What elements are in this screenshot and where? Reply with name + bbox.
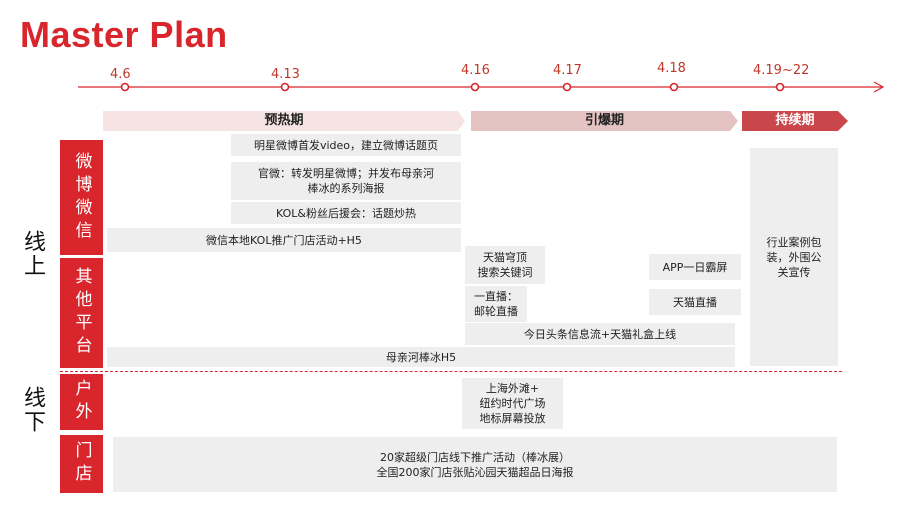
online-offline-divider bbox=[60, 371, 842, 372]
activity-box: APP一日霸屏 bbox=[649, 254, 741, 280]
channel-outdoor: 户外 bbox=[60, 374, 103, 430]
activity-box: 行业案例包 装，外围公 关宣传 bbox=[750, 148, 838, 366]
date-label: 4.19~22 bbox=[753, 63, 810, 78]
channel-weibo: 微博 bbox=[71, 151, 92, 198]
activity-box: 今日头条信息流+天猫礼盒上线 bbox=[465, 323, 735, 345]
group-offline: 线下 bbox=[20, 386, 45, 434]
channel-weibo-weixin: 微博 微信 bbox=[60, 140, 103, 255]
timeline-marker bbox=[562, 82, 572, 92]
date-label: 4.16 bbox=[461, 63, 490, 78]
channel-store: 门店 bbox=[60, 435, 103, 493]
timeline-marker bbox=[470, 82, 480, 92]
activity-box: 上海外滩+ 纽约时代广场 地标屏幕投放 bbox=[462, 378, 563, 429]
activity-box: KOL&粉丝后援会：话题炒热 bbox=[231, 202, 461, 224]
date-label: 4.6 bbox=[110, 67, 131, 82]
activity-box: 20家超级门店线下推广活动（棒冰展） 全国200家门店张贴沁园天猫超品日海报 bbox=[113, 437, 837, 492]
activity-box: 明星微博首发video，建立微博话题页 bbox=[231, 134, 461, 156]
activity-box: 微信本地KOL推广门店活动+H5 bbox=[107, 228, 461, 252]
date-label: 4.18 bbox=[657, 61, 686, 76]
activity-box: 天猫直播 bbox=[649, 289, 741, 315]
timeline-marker bbox=[669, 82, 679, 92]
timeline-arrow-icon bbox=[873, 81, 885, 93]
channel-weixin: 微信 bbox=[71, 197, 92, 244]
timeline-marker bbox=[120, 82, 130, 92]
activity-box: 官微：转发明星微博；并发布母亲河 棒冰的系列海报 bbox=[231, 162, 461, 200]
activity-box: 一直播： 邮轮直播 bbox=[465, 286, 527, 322]
phase-warmup: 预热期 bbox=[264, 113, 304, 128]
phase-launch: 引爆期 bbox=[584, 113, 624, 128]
timeline-marker bbox=[280, 82, 290, 92]
timeline-marker bbox=[775, 82, 785, 92]
activity-box: 母亲河棒冰H5 bbox=[107, 347, 735, 367]
phase-sustain: 持续期 bbox=[775, 113, 815, 128]
channel-other: 其他平台 bbox=[60, 258, 103, 368]
page-title: Master Plan bbox=[20, 14, 228, 55]
activity-box: 天猫穹顶 搜索关键词 bbox=[465, 246, 545, 284]
group-online: 线上 bbox=[20, 230, 45, 278]
date-label: 4.17 bbox=[553, 63, 582, 78]
date-label: 4.13 bbox=[271, 67, 300, 82]
